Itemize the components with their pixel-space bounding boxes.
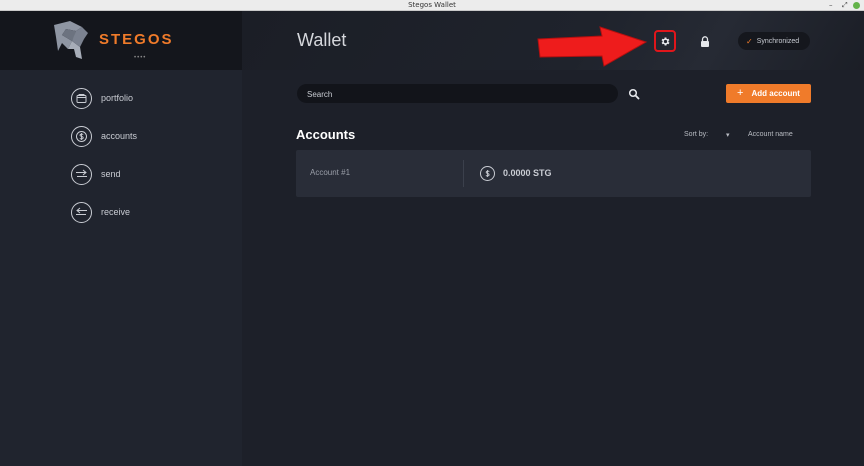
send-icon — [71, 163, 92, 185]
receive-icon — [71, 201, 92, 223]
lock-icon — [701, 35, 709, 47]
sort-label: Sort by: — [684, 131, 709, 138]
maximize-button[interactable]: ⤢ — [842, 1, 848, 10]
sidebar-item-receive[interactable]: receive — [71, 193, 137, 231]
gear-icon — [661, 36, 669, 46]
minimize-button[interactable]: – — [829, 1, 833, 9]
main-content: Wallet ✓ Synchronized + Add account — [242, 11, 864, 466]
add-account-label: Add account — [751, 89, 800, 98]
sidebar-item-label: accounts — [101, 131, 138, 141]
add-account-button[interactable]: + Add account — [726, 84, 811, 103]
accounts-heading: Accounts — [296, 127, 356, 142]
sidebar-item-label: portfolio — [101, 93, 134, 103]
sync-status-badge: ✓ Synchronized — [738, 32, 810, 50]
account-name: Account #1 — [310, 168, 351, 177]
check-icon: ✓ — [746, 36, 753, 46]
search-field[interactable] — [297, 84, 618, 104]
window-title: Stegos Wallet — [408, 1, 456, 9]
settings-button[interactable] — [654, 30, 676, 52]
coin-icon — [480, 166, 495, 181]
window-titlebar: Stegos Wallet – ⤢ — [0, 0, 864, 11]
stegos-logo-icon — [54, 21, 88, 59]
brand-name: STEGOS — [99, 31, 174, 48]
sidebar: STEGOS •••• portfolio accounts send rece… — [0, 11, 242, 466]
sidebar-nav: portfolio accounts send receive — [71, 79, 137, 231]
sidebar-item-label: send — [101, 169, 121, 179]
sort-dropdown-caret-icon[interactable]: ▾ — [726, 131, 730, 139]
lock-button[interactable] — [698, 34, 712, 48]
search-input[interactable] — [297, 85, 618, 104]
sidebar-item-portfolio[interactable]: portfolio — [71, 79, 137, 117]
portfolio-icon — [71, 87, 92, 109]
account-divider — [463, 160, 464, 187]
account-card[interactable]: Account #1 0.0000 STG — [296, 150, 811, 197]
sort-dropdown[interactable]: Account name — [748, 131, 793, 138]
sync-status-text: Synchronized — [756, 37, 800, 45]
sidebar-item-send[interactable]: send — [71, 155, 137, 193]
brand-dots: •••• — [134, 55, 147, 61]
accounts-icon — [71, 125, 92, 147]
search-icon[interactable] — [628, 88, 640, 100]
account-balance: 0.0000 STG — [503, 168, 552, 178]
brand-header: STEGOS •••• — [0, 11, 242, 70]
close-button[interactable] — [853, 2, 860, 9]
sidebar-item-label: receive — [101, 207, 131, 217]
sidebar-item-accounts[interactable]: accounts — [71, 117, 137, 155]
red-arrow-annotation — [537, 26, 648, 67]
page-title: Wallet — [297, 30, 347, 50]
plus-icon: + — [737, 87, 744, 99]
